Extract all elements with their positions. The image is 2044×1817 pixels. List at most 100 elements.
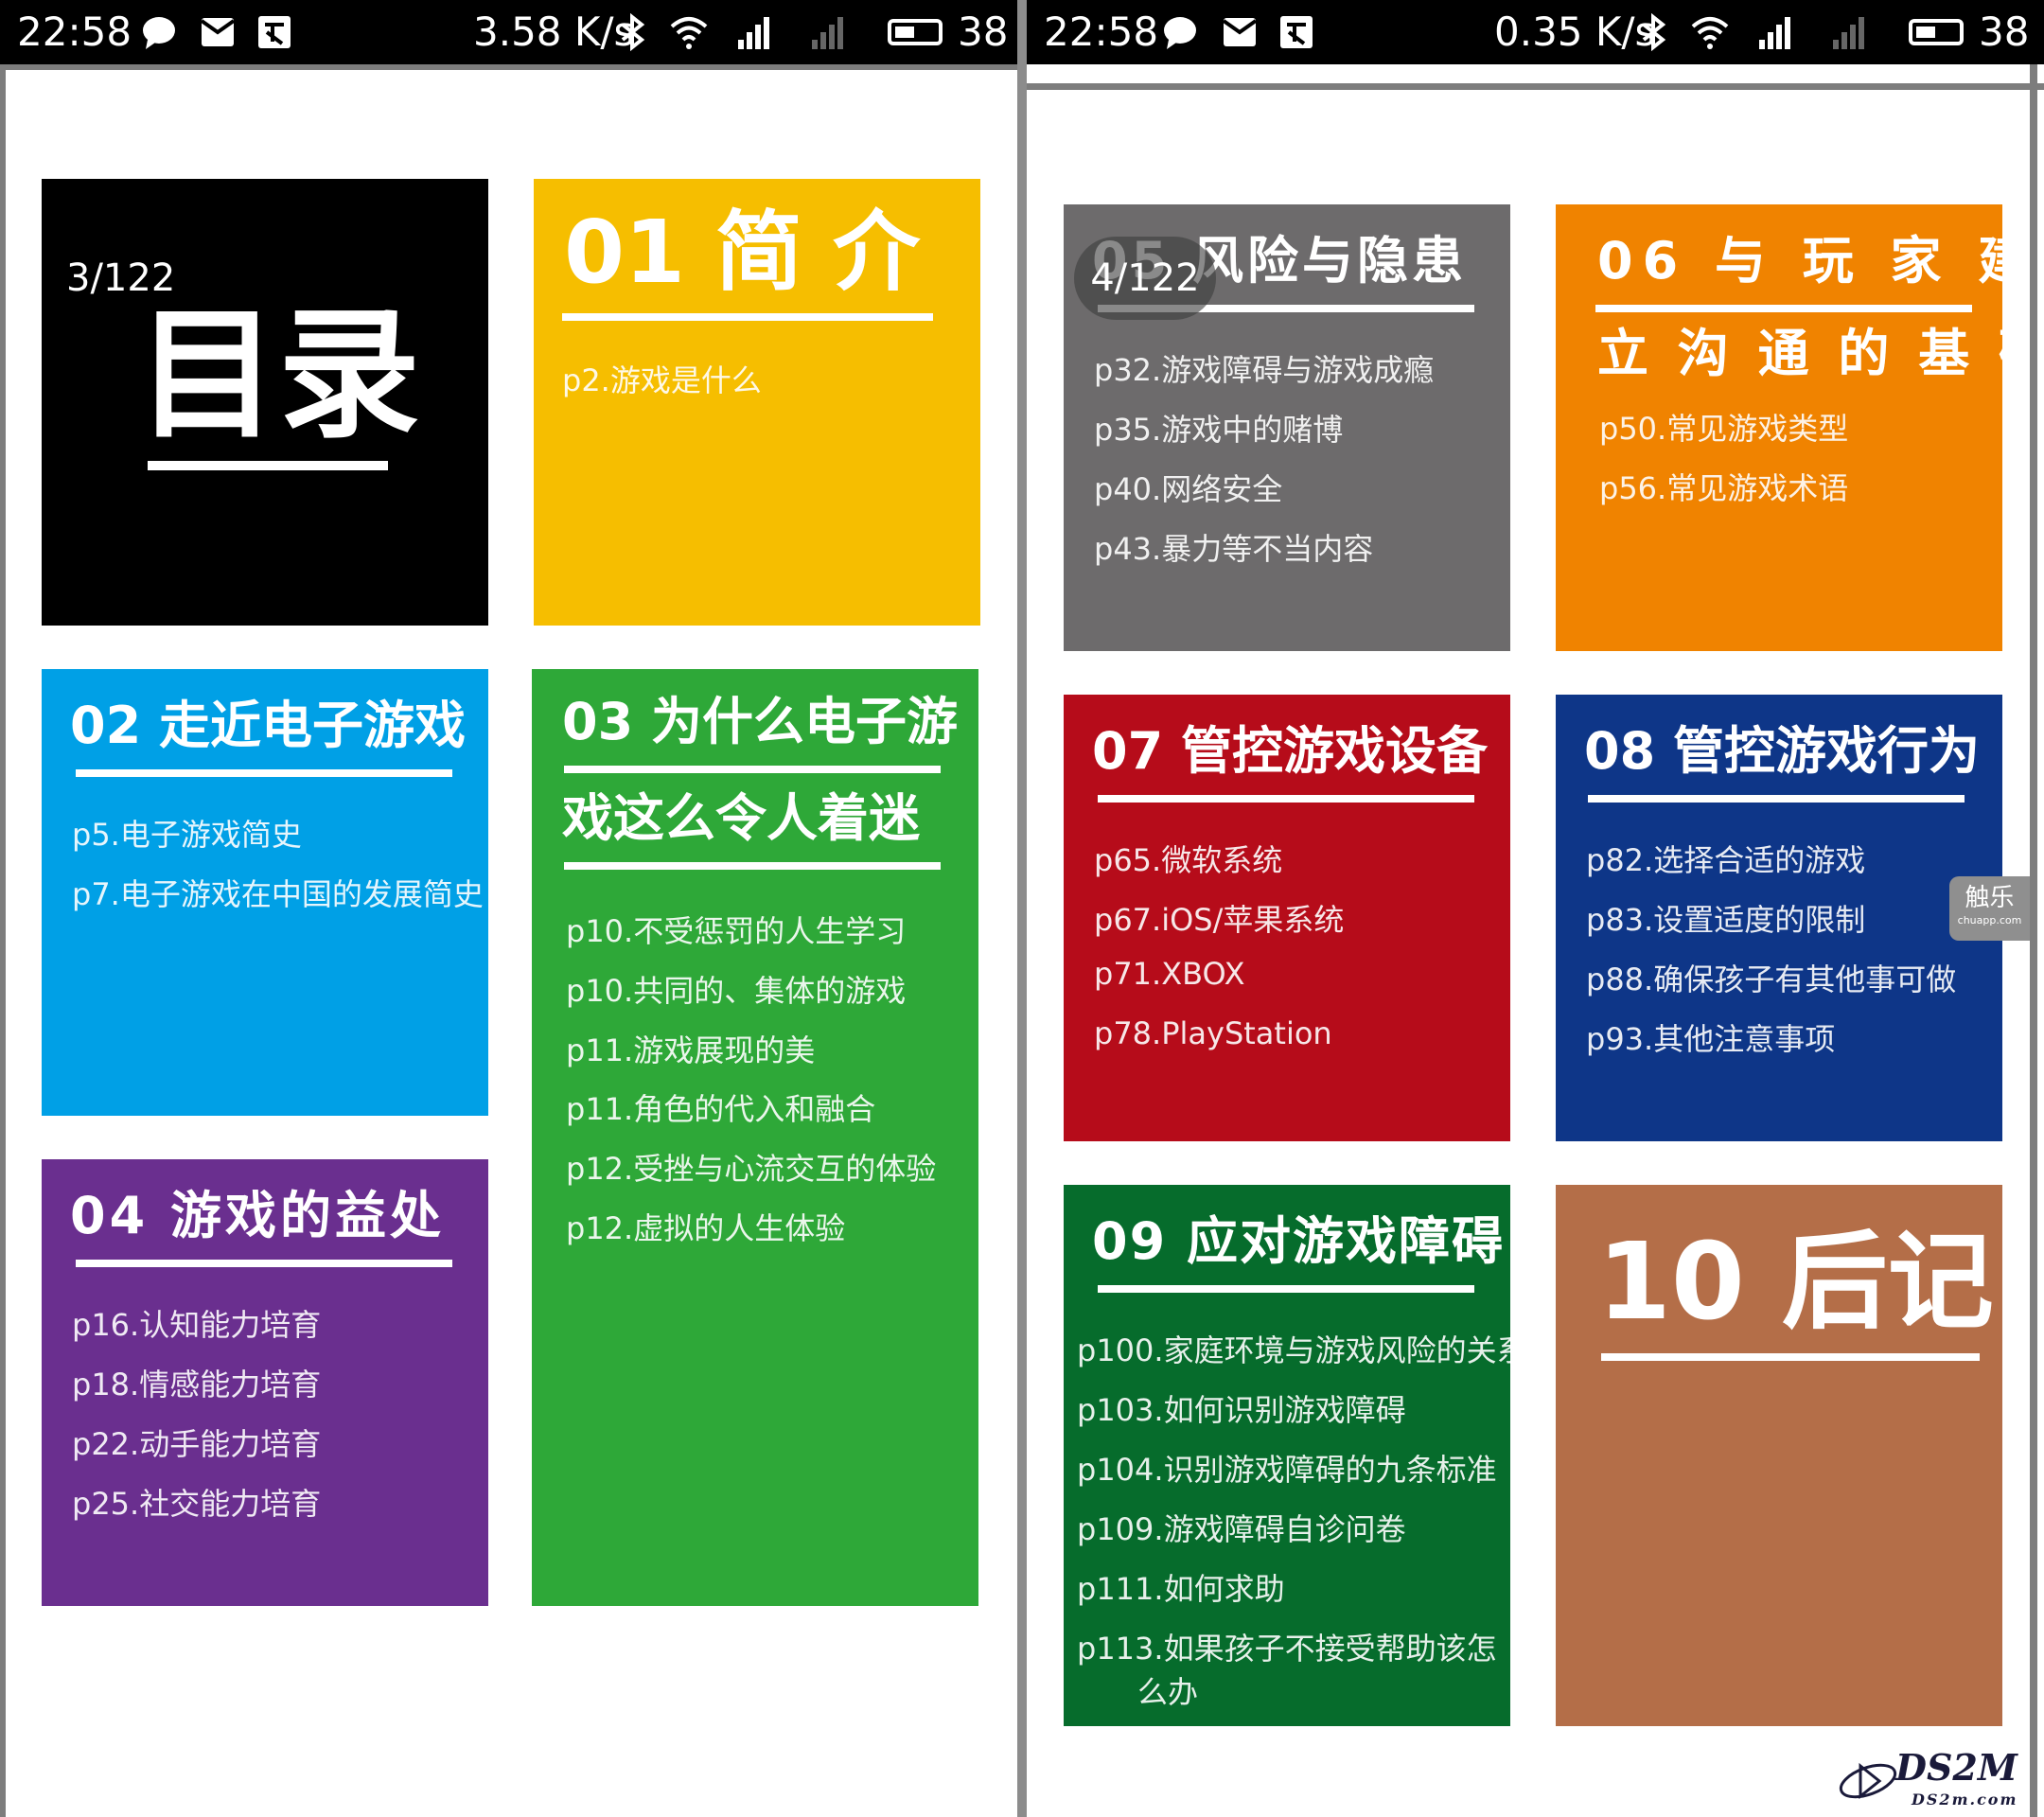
title-underline — [1098, 795, 1474, 803]
chuapp-brand: 触乐 — [1965, 884, 2015, 912]
tile-08[interactable]: 08 管控游戏行为 p82.选择合适的游戏 p83.设置适度的限制 p88.确保… — [1556, 695, 2002, 1141]
left-screen: 22:58 3.58 K/s 38 3/122 目录 01 简 介 p2.游戏是… — [0, 0, 1022, 1817]
battery-level: 38 — [1979, 9, 2030, 55]
app-icon — [1280, 16, 1313, 48]
tile-title-line-1: 03 为什么电子游 — [562, 692, 958, 751]
toc-link[interactable]: p67.iOS/苹果系统 — [1094, 896, 1344, 940]
toc-link[interactable]: p16.认知能力培育 — [72, 1301, 321, 1345]
tile-04[interactable]: 04 游戏的益处 p16.认知能力培育 p18.情感能力培育 p22.动手能力培… — [42, 1159, 488, 1606]
tile-03[interactable]: 03 为什么电子游 戏这么令人着迷 p10.不受惩罚的人生学习 p10.共同的、… — [532, 669, 978, 1606]
toc-link[interactable]: p50.常见游戏类型 — [1599, 405, 1848, 449]
toc-link[interactable]: p65.微软系统 — [1094, 837, 1282, 880]
tile-title-line-2: 戏这么令人着迷 — [562, 788, 920, 848]
tile-10-afterword[interactable]: 10 后记 — [1556, 1185, 2002, 1726]
title-underline — [1601, 1353, 1980, 1361]
toc-link[interactable]: p113.如果孩子不接受帮助该怎 — [1077, 1625, 1497, 1668]
signal-4g-icon — [1759, 17, 1790, 49]
title-underline — [148, 461, 388, 470]
tile-title: 08 管控游戏行为 — [1584, 721, 1980, 781]
toc-link[interactable]: p25.社交能力培育 — [72, 1480, 321, 1524]
tile-title: 07 管控游戏设备 — [1092, 721, 1488, 781]
bluetooth-icon — [1642, 13, 1666, 51]
title-underline — [564, 766, 941, 773]
right-screen: 22:58 0.35 K/s 38 05 风险与隐患 p32.游戏障碍与游戏成瘾… — [1027, 0, 2044, 1817]
battery-icon — [1909, 19, 1964, 45]
signal-4g-icon — [738, 17, 769, 49]
toc-link[interactable]: p18.情感能力培育 — [72, 1361, 321, 1404]
toc-link[interactable]: p109.游戏障碍自诊问卷 — [1077, 1506, 1406, 1549]
wifi-icon — [670, 17, 708, 49]
toc-link[interactable]: p12.虚拟的人生体验 — [566, 1205, 845, 1248]
tile-title-line-1: 06 与 玩 家 建 — [1597, 231, 2002, 291]
ds2m-logo-sub: DS2m.com — [1912, 1791, 2018, 1808]
toc-link[interactable]: p104.识别游戏障碍的九条标准 — [1077, 1446, 1497, 1490]
toc-link[interactable]: p82.选择合适的游戏 — [1586, 837, 1865, 880]
wifi-icon — [1691, 17, 1729, 49]
battery-icon — [888, 19, 943, 45]
toc-link[interactable]: p78.PlayStation — [1094, 1015, 1332, 1051]
title-underline — [1098, 1285, 1474, 1293]
title-underline — [1588, 795, 1965, 803]
left-border — [0, 64, 6, 1817]
battery-level: 38 — [958, 9, 1009, 55]
top-border — [1027, 83, 2044, 90]
screen-divider — [1017, 0, 1027, 1817]
right-border — [2030, 64, 2037, 1817]
toc-link[interactable]: p56.常见游戏术语 — [1599, 465, 1848, 508]
toc-link[interactable]: p83.设置适度的限制 — [1586, 896, 1865, 940]
tile-title: 02 走近电子游戏 — [70, 696, 466, 755]
net-speed: 3.58 K/s — [473, 9, 635, 55]
tile-01-intro[interactable]: 01 简 介 p2.游戏是什么 — [534, 179, 980, 626]
toc-link[interactable]: p40.网络安全 — [1094, 466, 1282, 509]
tile-title: 01 简 介 — [564, 202, 921, 303]
toc-link[interactable]: p93.其他注意事项 — [1586, 1015, 1835, 1059]
toc-link[interactable]: p11.角色的代入和融合 — [566, 1085, 875, 1129]
toc-link[interactable]: p2.游戏是什么 — [562, 357, 762, 400]
tile-title: 10 后记 — [1597, 1221, 1994, 1344]
toc-link[interactable]: p10.不受惩罚的人生学习 — [566, 908, 906, 951]
ds2m-logo-icon — [1839, 1762, 1897, 1800]
chat-icon — [1164, 17, 1196, 49]
title-underline — [564, 862, 941, 870]
bluetooth-icon — [621, 13, 645, 51]
status-time: 22:58 — [1044, 9, 1159, 55]
toc-link[interactable]: p11.游戏展现的美 — [566, 1027, 815, 1070]
toc-link[interactable]: p100.家庭环境与游戏风险的关系 — [1077, 1327, 1510, 1370]
toc-link[interactable]: p43.暴力等不当内容 — [1094, 525, 1373, 569]
status-bar: 22:58 0.35 K/s 38 — [1027, 0, 2044, 64]
tile-09[interactable]: 09 应对游戏障碍 p100.家庭环境与游戏风险的关系 p103.如何识别游戏障… — [1064, 1185, 1510, 1726]
app-icon — [258, 16, 291, 48]
mail-icon — [1222, 18, 1258, 46]
tile-07[interactable]: 07 管控游戏设备 p65.微软系统 p67.iOS/苹果系统 p71.XBOX… — [1064, 695, 1510, 1141]
tile-06[interactable]: 06 与 玩 家 建 立 沟 通 的 基 础 p50.常见游戏类型 p56.常见… — [1556, 204, 2002, 651]
chuapp-domain: chuapp.com — [1957, 914, 2022, 926]
status-bar: 22:58 3.58 K/s 38 — [0, 0, 1022, 64]
toc-link[interactable]: p111.如何求助 — [1077, 1565, 1285, 1609]
toc-tile[interactable]: 3/122 目录 — [42, 179, 488, 626]
toc-link-continued[interactable]: 么办 — [1137, 1668, 1198, 1712]
ds2m-logo-text: DS2M — [1895, 1746, 2018, 1789]
net-speed: 0.35 K/s — [1494, 9, 1656, 55]
title-underline — [1595, 305, 1972, 312]
toc-link[interactable]: p22.动手能力培育 — [72, 1420, 321, 1464]
toc-link[interactable]: p12.受挫与心流交互的体验 — [566, 1145, 936, 1189]
chuapp-watermark: 触乐 chuapp.com — [1949, 876, 2030, 941]
toc-link[interactable]: p35.游戏中的赌博 — [1094, 406, 1343, 450]
toc-link[interactable]: p71.XBOX — [1094, 956, 1245, 992]
title-underline — [76, 769, 452, 777]
tile-title-line-2: 立 沟 通 的 基 础 — [1597, 324, 2002, 383]
toc-title: 目录 — [136, 293, 421, 458]
toc-link[interactable]: p88.确保孩子有其他事可做 — [1586, 956, 1956, 999]
status-time: 22:58 — [17, 9, 132, 55]
toc-link[interactable]: p5.电子游戏简史 — [72, 811, 302, 855]
toc-link[interactable]: p103.如何识别游戏障碍 — [1077, 1386, 1406, 1430]
tile-title: 04 游戏的益处 — [70, 1186, 445, 1245]
title-underline — [76, 1260, 452, 1267]
tile-02[interactable]: 02 走近电子游戏 p5.电子游戏简史 p7.电子游戏在中国的发展简史 — [42, 669, 488, 1116]
toc-link[interactable]: p32.游戏障碍与游戏成瘾 — [1094, 346, 1434, 390]
top-border — [0, 64, 1022, 70]
tile-title: 09 应对游戏障碍 — [1092, 1211, 1505, 1271]
toc-link[interactable]: p10.共同的、集体的游戏 — [566, 967, 906, 1011]
toc-link[interactable]: p7.电子游戏在中国的发展简史 — [72, 871, 484, 914]
page-counter-badge: 4/122 — [1074, 237, 1216, 320]
